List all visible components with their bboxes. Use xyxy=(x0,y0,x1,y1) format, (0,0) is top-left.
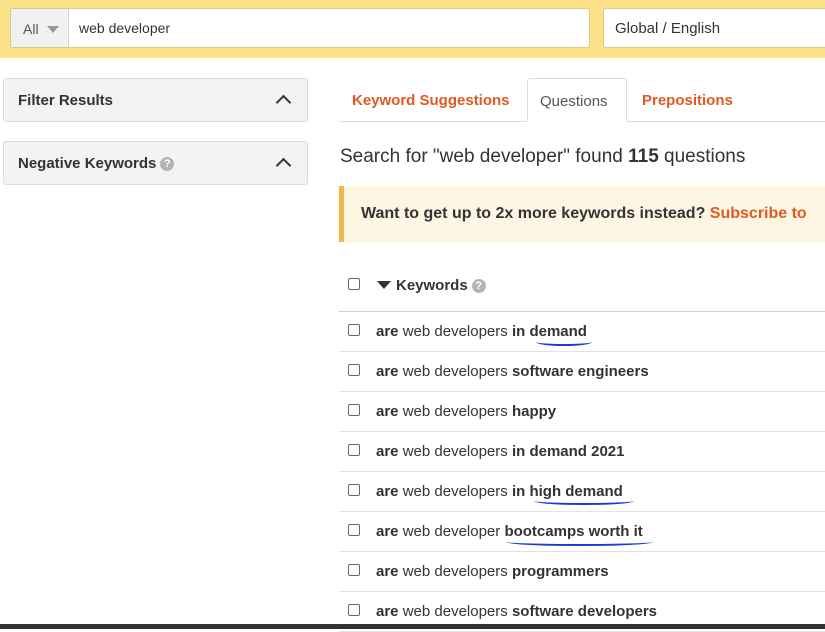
question-word: are xyxy=(376,443,399,460)
question-word: are xyxy=(376,563,399,580)
seed-keyword: web developer xyxy=(402,483,501,500)
results-heading: Search for "web developer" found 115 que… xyxy=(340,146,745,168)
chevron-up-icon[interactable] xyxy=(275,157,292,174)
seed-keyword: web developer xyxy=(402,443,501,460)
seed-suffix: s xyxy=(500,483,508,500)
bottom-edge xyxy=(0,624,825,629)
question-word: are xyxy=(376,603,399,620)
keywords-header-label[interactable]: Keywords? xyxy=(396,277,486,294)
caret-down-icon xyxy=(47,26,59,33)
keywords-table-header: Keywords? xyxy=(339,264,825,312)
row-checkbox[interactable] xyxy=(348,404,360,416)
search-bar: All Global / English xyxy=(0,0,825,58)
table-row[interactable]: are web developer bootcamps worth it xyxy=(339,512,825,552)
seed-suffix: s xyxy=(500,563,508,580)
upgrade-banner: Want to get up to 2x more keywords inste… xyxy=(339,186,825,242)
negative-keywords-panel[interactable]: Negative Keywords? xyxy=(3,141,308,185)
banner-message: Want to get up to 2x more keywords inste… xyxy=(361,205,710,222)
results-suffix: questions xyxy=(658,146,746,167)
seed-keyword: web developer xyxy=(402,603,501,620)
chevron-up-icon[interactable] xyxy=(275,94,292,111)
question-word: are xyxy=(376,323,399,340)
results-count: 115 xyxy=(628,146,659,167)
table-row[interactable]: are web developers in demand 2021 xyxy=(339,432,825,472)
search-input[interactable] xyxy=(79,9,579,47)
row-checkbox[interactable] xyxy=(348,564,360,576)
keyword-text[interactable]: are web developers software developers xyxy=(376,603,657,620)
seed-suffix: s xyxy=(500,403,508,420)
row-checkbox[interactable] xyxy=(348,484,360,496)
seed-keyword: web developer xyxy=(402,403,501,420)
keyword-rest: programmers xyxy=(507,563,609,580)
sort-caret-icon[interactable] xyxy=(377,281,391,289)
result-tabs: Keyword Suggestions Questions Prepositio… xyxy=(339,78,825,122)
banner-text: Want to get up to 2x more keywords inste… xyxy=(361,205,807,223)
tab-keyword-suggestions[interactable]: Keyword Suggestions xyxy=(352,78,510,122)
question-word: are xyxy=(376,363,399,380)
keyword-rest: software developers xyxy=(507,603,658,620)
keywords-header-text: Keywords xyxy=(396,277,468,294)
keyword-rest: software engineers xyxy=(507,363,649,380)
keyword-rest: happy xyxy=(507,403,557,420)
results-prefix: Search for "web developer" found xyxy=(340,146,629,167)
handwritten-underline xyxy=(506,538,653,546)
keyword-text[interactable]: are web developers software engineers xyxy=(376,363,649,380)
seed-suffix: s xyxy=(500,443,508,460)
search-group: All xyxy=(10,8,590,48)
filter-results-panel[interactable]: Filter Results xyxy=(3,78,308,122)
negative-keywords-label: Negative Keywords xyxy=(18,155,157,172)
scope-label: All xyxy=(23,21,39,37)
seed-keyword: web developer xyxy=(402,563,501,580)
negative-keywords-title: Negative Keywords? xyxy=(18,155,175,172)
seed-keyword: web developer xyxy=(402,323,501,340)
question-word: are xyxy=(376,483,399,500)
row-checkbox[interactable] xyxy=(348,444,360,456)
seed-keyword: web developer xyxy=(402,363,501,380)
row-checkbox[interactable] xyxy=(348,604,360,616)
handwritten-underline xyxy=(536,338,592,346)
table-row[interactable]: are web developers in demand xyxy=(339,312,825,352)
filter-results-title: Filter Results xyxy=(18,92,114,109)
table-row[interactable]: are web developers in high demand xyxy=(339,472,825,512)
keyword-rest: in demand 2021 xyxy=(507,443,625,460)
seed-keyword: web developer xyxy=(402,523,501,540)
select-all-checkbox[interactable] xyxy=(348,278,360,290)
keyword-text[interactable]: are web developers in demand 2021 xyxy=(376,443,625,460)
table-row[interactable]: are web developers happy xyxy=(339,392,825,432)
table-row[interactable]: are web developers software engineers xyxy=(339,352,825,392)
row-checkbox[interactable] xyxy=(348,364,360,376)
question-word: are xyxy=(376,403,399,420)
table-row[interactable]: are web developers programmers xyxy=(339,552,825,592)
row-checkbox[interactable] xyxy=(348,524,360,536)
row-checkbox[interactable] xyxy=(348,324,360,336)
handwritten-underline xyxy=(534,497,634,505)
seed-suffix: s xyxy=(500,323,508,340)
tab-prepositions[interactable]: Prepositions xyxy=(642,78,733,122)
question-word: are xyxy=(376,523,399,540)
seed-suffix: s xyxy=(500,363,508,380)
scope-select[interactable]: All xyxy=(11,9,69,47)
question-circle-icon[interactable]: ? xyxy=(471,279,486,293)
keyword-text[interactable]: are web developers happy xyxy=(376,403,556,420)
seed-suffix: s xyxy=(500,603,508,620)
region-label: Global / English xyxy=(615,20,721,37)
question-circle-icon[interactable]: ? xyxy=(160,157,175,171)
keyword-text[interactable]: are web developers programmers xyxy=(376,563,609,580)
tab-questions[interactable]: Questions xyxy=(527,78,627,122)
subscribe-link[interactable]: Subscribe to xyxy=(710,205,807,222)
region-select[interactable]: Global / English xyxy=(603,8,825,48)
